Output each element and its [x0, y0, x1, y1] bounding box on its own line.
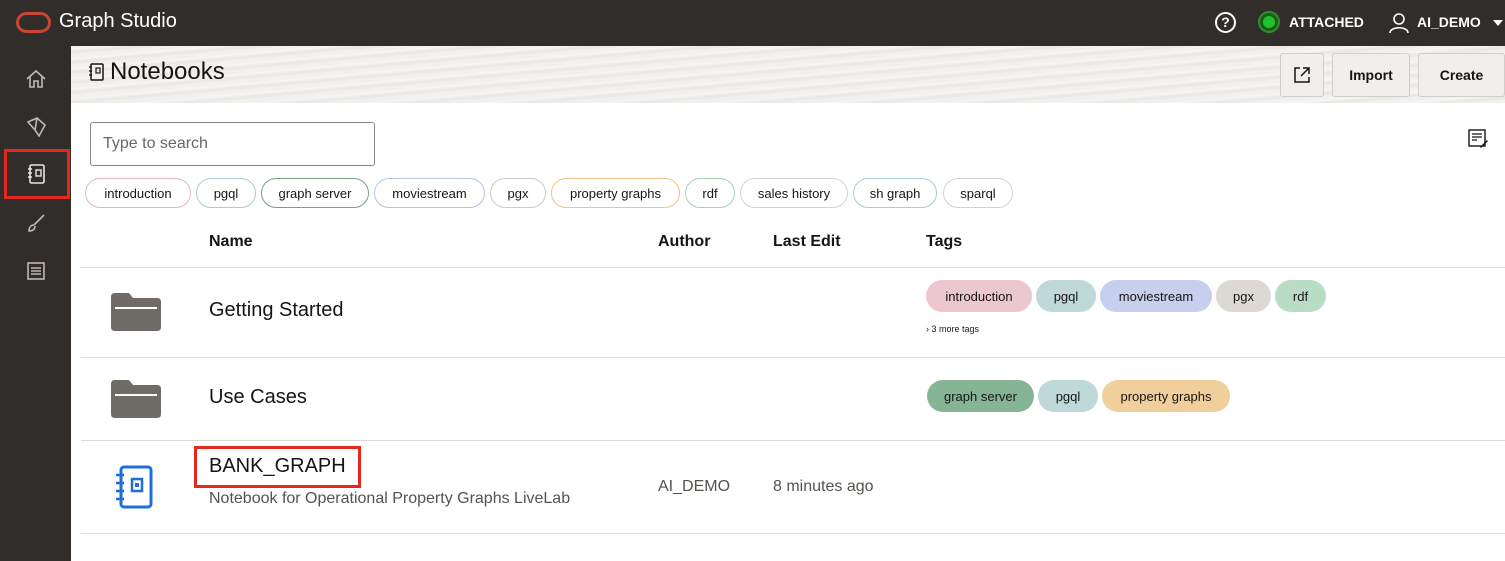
user-icon[interactable]: [1389, 12, 1409, 34]
connection-status[interactable]: ATTACHED: [1289, 14, 1364, 30]
page-title-group: Notebooks: [88, 58, 225, 86]
notebook-icon: [116, 465, 153, 509]
tag-property-graphs[interactable]: property graphs: [1102, 380, 1230, 412]
import-button[interactable]: Import: [1332, 53, 1410, 97]
nav-templates[interactable]: [0, 199, 71, 247]
list-view-toggle-icon[interactable]: [1467, 128, 1489, 150]
column-header-author[interactable]: Author: [658, 233, 710, 251]
filter-tag-graph-server[interactable]: graph server: [261, 178, 369, 208]
nav-home[interactable]: [0, 55, 71, 103]
tag-introduction[interactable]: introduction: [926, 280, 1032, 312]
tag-rdf[interactable]: rdf: [1275, 280, 1326, 312]
app-title: Graph Studio: [59, 10, 177, 32]
column-header-tags: Tags: [926, 233, 963, 250]
tag-pgql[interactable]: pgql: [1038, 380, 1098, 412]
chevron-right-icon: ›: [926, 324, 929, 334]
table-divider: [81, 533, 1505, 534]
oracle-logo-icon: [16, 12, 51, 33]
more-tags-label: 3 more tags: [931, 324, 980, 334]
search-input[interactable]: [90, 122, 375, 166]
help-icon[interactable]: ?: [1215, 12, 1236, 33]
column-header-name[interactable]: Name: [209, 233, 253, 251]
filter-tag-property-graphs[interactable]: property graphs: [551, 178, 680, 208]
graph-icon: [26, 117, 46, 138]
more-tags-toggle[interactable]: › 3 more tags: [926, 324, 979, 334]
folder-icon: [111, 380, 161, 418]
notebook-name-link[interactable]: BANK_GRAPH: [209, 455, 346, 478]
filter-tag-pgx[interactable]: pgx: [490, 178, 546, 208]
connection-status-icon: [1258, 11, 1280, 33]
open-external-button[interactable]: [1280, 53, 1324, 97]
home-icon: [25, 69, 46, 88]
filter-tag-sparql[interactable]: sparql: [943, 178, 1013, 208]
row-name[interactable]: Getting Started: [209, 299, 344, 322]
top-bar: Graph Studio ? ATTACHED AI_DEMO: [0, 0, 1505, 46]
nav-graphs[interactable]: [0, 103, 71, 151]
filter-tag-introduction[interactable]: introduction: [85, 178, 191, 208]
folder-icon: [111, 293, 161, 331]
side-nav: [0, 46, 71, 561]
brush-icon: [27, 214, 45, 232]
tag-pgql[interactable]: pgql: [1036, 280, 1096, 312]
notebook-description: Notebook for Operational Property Graphs…: [209, 490, 571, 507]
filter-tag-sh-graph[interactable]: sh graph: [853, 178, 937, 208]
external-link-icon: [1294, 67, 1310, 83]
tag-graph-server[interactable]: graph server: [927, 380, 1034, 412]
table-divider: [81, 267, 1505, 268]
page-title: Notebooks: [110, 58, 225, 85]
column-header-last-edit[interactable]: Last Edit: [773, 233, 841, 251]
tag-moviestream[interactable]: moviestream: [1100, 280, 1212, 312]
create-button[interactable]: Create: [1418, 53, 1505, 97]
notebook-last-edit: 8 minutes ago: [773, 478, 874, 495]
row-name[interactable]: Use Cases: [209, 386, 307, 409]
notebook-icon: [89, 63, 104, 81]
jobs-list-icon: [26, 262, 45, 280]
table-divider: [81, 357, 1505, 358]
nav-jobs[interactable]: [0, 247, 71, 295]
notebook-icon: [28, 164, 45, 184]
filter-tag-rdf[interactable]: rdf: [685, 178, 735, 208]
filter-tag-sales-history[interactable]: sales history: [740, 178, 848, 208]
notebook-author: AI_DEMO: [658, 478, 731, 495]
chevron-down-icon[interactable]: [1493, 20, 1503, 26]
filter-tag-pgql[interactable]: pgql: [196, 178, 256, 208]
table-divider: [81, 440, 1505, 441]
nav-notebooks[interactable]: [4, 149, 70, 199]
filter-tag-moviestream[interactable]: moviestream: [374, 178, 485, 208]
tag-pgx[interactable]: pgx: [1216, 280, 1271, 312]
user-menu[interactable]: AI_DEMO: [1417, 14, 1481, 30]
